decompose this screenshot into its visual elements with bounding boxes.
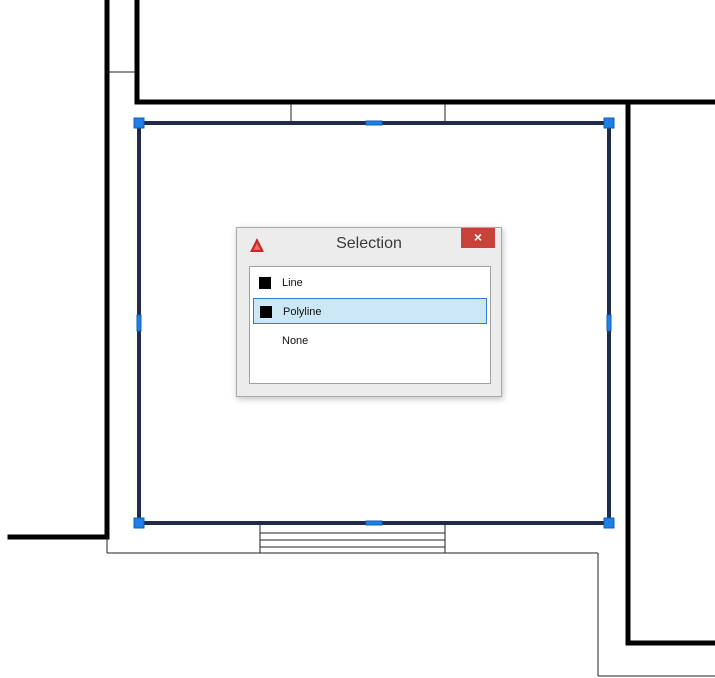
color-swatch	[260, 306, 272, 318]
corner-grip-top-right[interactable]	[603, 117, 615, 129]
corner-grip-bottom-right[interactable]	[603, 517, 615, 529]
selection-list[interactable]: Line Polyline None	[249, 266, 491, 384]
midpoint-grip-left[interactable]	[136, 314, 142, 332]
selection-dialog: Selection × Line Polyline None	[236, 227, 502, 397]
list-item-none[interactable]: None	[253, 328, 487, 354]
close-button[interactable]: ×	[461, 228, 495, 248]
midpoint-grip-bottom[interactable]	[365, 520, 383, 526]
color-swatch	[259, 277, 271, 289]
midpoint-grip-right[interactable]	[606, 314, 612, 332]
corner-grip-top-left[interactable]	[133, 117, 145, 129]
corner-grip-bottom-left[interactable]	[133, 517, 145, 529]
list-item-label: Polyline	[283, 306, 322, 318]
list-item-label: None	[282, 335, 309, 347]
list-item-label: Line	[282, 277, 303, 289]
dialog-title: Selection	[336, 235, 402, 252]
midpoint-grip-top[interactable]	[365, 120, 383, 126]
list-item-line[interactable]: Line	[253, 270, 487, 296]
dialog-titlebar[interactable]: Selection ×	[237, 228, 501, 262]
autocad-logo-icon	[250, 238, 264, 252]
list-item-polyline[interactable]: Polyline	[253, 298, 487, 324]
